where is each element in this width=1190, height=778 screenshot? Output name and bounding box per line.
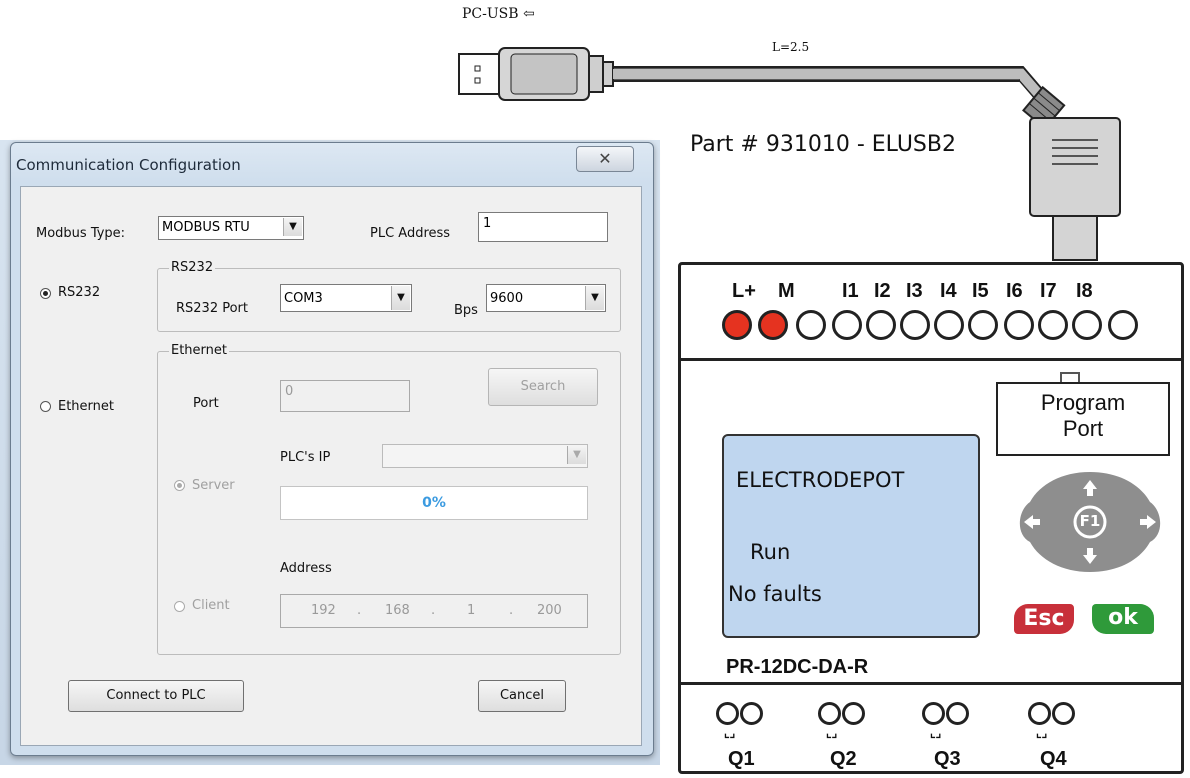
input-terminal-label: I4 <box>940 280 957 302</box>
input-led <box>1108 310 1138 340</box>
output-terminal-screw <box>1052 702 1075 725</box>
relay-contact-icon: ⌞⌟ <box>930 726 942 740</box>
rs232-radio[interactable] <box>40 288 51 299</box>
port-cover-tab <box>1060 372 1080 382</box>
lcd-line-2: Run <box>750 540 791 564</box>
input-led <box>1004 310 1034 340</box>
chevron-down-icon: ▼ <box>585 286 604 310</box>
ok-key[interactable]: ok <box>1092 604 1154 634</box>
ethernet-radio[interactable] <box>40 401 51 412</box>
input-led <box>866 310 896 340</box>
input-terminal-label: L+ <box>732 280 756 302</box>
input-led <box>1038 310 1068 340</box>
rs232-port-select[interactable]: COM3 ▼ <box>280 284 412 312</box>
output-terminal-screw <box>818 702 841 725</box>
close-icon: ✕ <box>598 149 612 168</box>
port-label: Port <box>193 396 219 411</box>
ip-octet-4: 200 <box>537 603 562 618</box>
input-terminal-label: I5 <box>972 280 989 302</box>
relay-contact-icon: ⌞⌟ <box>826 726 838 740</box>
output-terminal-screw <box>1028 702 1051 725</box>
input-terminal-label: I8 <box>1076 280 1093 302</box>
program-port: Program Port <box>996 382 1170 456</box>
ip-octet-1: 192 <box>311 603 336 618</box>
ip-dot: . <box>509 603 514 618</box>
server-radio[interactable] <box>174 480 185 491</box>
client-label: Client <box>192 598 230 613</box>
model-label: PR-12DC-DA-R <box>726 656 869 678</box>
output-terminal-screw <box>740 702 763 725</box>
plc-address-input[interactable]: 1 <box>478 212 608 242</box>
output-terminal-screw <box>946 702 969 725</box>
input-terminal-label: I1 <box>842 280 859 302</box>
output-terminal-label: Q2 <box>830 748 857 770</box>
chevron-down-icon: ▼ <box>567 446 586 464</box>
input-terminal-label: I7 <box>1040 280 1057 302</box>
plc-ip-select[interactable]: ▼ <box>382 444 588 468</box>
ethernet-group-title: Ethernet <box>169 343 229 358</box>
pc-usb-label: PC-USB ⇦ <box>462 6 535 22</box>
bps-label: Bps <box>454 303 478 318</box>
ethernet-radio-label: Ethernet <box>58 399 114 414</box>
input-led <box>796 310 826 340</box>
address-label: Address <box>280 561 332 576</box>
ip-dot: . <box>431 603 436 618</box>
output-terminal-label: Q3 <box>934 748 961 770</box>
right-key[interactable] <box>1122 500 1166 544</box>
f1-key[interactable]: F1 <box>1078 512 1102 530</box>
plc-divider-bottom <box>678 682 1184 685</box>
lcd-line-3: No faults <box>728 582 822 606</box>
ip-address-input[interactable]: 192 . 168 . 1 . 200 <box>280 594 588 628</box>
output-terminal-screw <box>922 702 945 725</box>
up-key[interactable] <box>1030 466 1130 502</box>
input-led <box>968 310 998 340</box>
ip-octet-2: 168 <box>385 603 410 618</box>
output-terminal-screw <box>716 702 739 725</box>
lcd-display: ELECTRODEPOT Run No faults <box>722 434 980 638</box>
lcd-line-1: ELECTRODEPOT <box>736 468 905 492</box>
input-terminal-label: I6 <box>1006 280 1023 302</box>
output-terminal-label: Q4 <box>1040 748 1067 770</box>
progress-text: 0% <box>422 495 446 511</box>
input-led <box>758 310 788 340</box>
ip-dot: . <box>357 603 362 618</box>
input-led <box>832 310 862 340</box>
rs232-radio-label: RS232 <box>58 285 101 300</box>
dialog-title: Communication Configuration <box>16 156 241 174</box>
connect-to-plc-button[interactable]: Connect to PLC <box>68 680 244 712</box>
input-terminal-label: M <box>778 280 795 302</box>
close-button[interactable]: ✕ <box>576 146 634 172</box>
relay-contact-icon: ⌞⌟ <box>1036 726 1048 740</box>
rs232-port-label: RS232 Port <box>176 301 249 316</box>
input-led <box>934 310 964 340</box>
client-radio[interactable] <box>174 601 185 612</box>
ip-octet-3: 1 <box>467 603 476 618</box>
input-terminal-label: I2 <box>874 280 891 302</box>
port-input[interactable]: 0 <box>280 380 410 412</box>
input-led <box>1072 310 1102 340</box>
rs232-group-title: RS232 <box>169 260 216 275</box>
chevron-down-icon: ▼ <box>391 286 410 310</box>
relay-contact-icon: ⌞⌟ <box>724 726 736 740</box>
cancel-button[interactable]: Cancel <box>478 680 566 712</box>
input-led <box>722 310 752 340</box>
output-terminal-label: Q1 <box>728 748 755 770</box>
esc-key[interactable]: Esc <box>1014 604 1074 634</box>
chevron-down-icon: ▼ <box>283 218 302 236</box>
input-terminal-label: I3 <box>906 280 923 302</box>
plc-address-label: PLC Address <box>370 226 451 241</box>
search-button[interactable]: Search <box>488 368 598 406</box>
left-key[interactable] <box>1012 500 1056 544</box>
connect-progress-bar: 0% <box>280 486 588 520</box>
part-number-label: Part # 931010 - ELUSB2 <box>690 132 956 157</box>
plc-divider-top <box>678 358 1184 361</box>
down-key[interactable] <box>1030 544 1130 580</box>
bps-select[interactable]: 9600 ▼ <box>486 284 606 312</box>
plc-ip-label: PLC's IP <box>280 450 331 465</box>
output-terminal-screw <box>842 702 865 725</box>
modbus-type-select[interactable]: MODBUS RTU ▼ <box>158 216 304 240</box>
input-led <box>900 310 930 340</box>
server-label: Server <box>192 478 235 493</box>
modbus-type-label: Modbus Type: <box>36 226 126 241</box>
